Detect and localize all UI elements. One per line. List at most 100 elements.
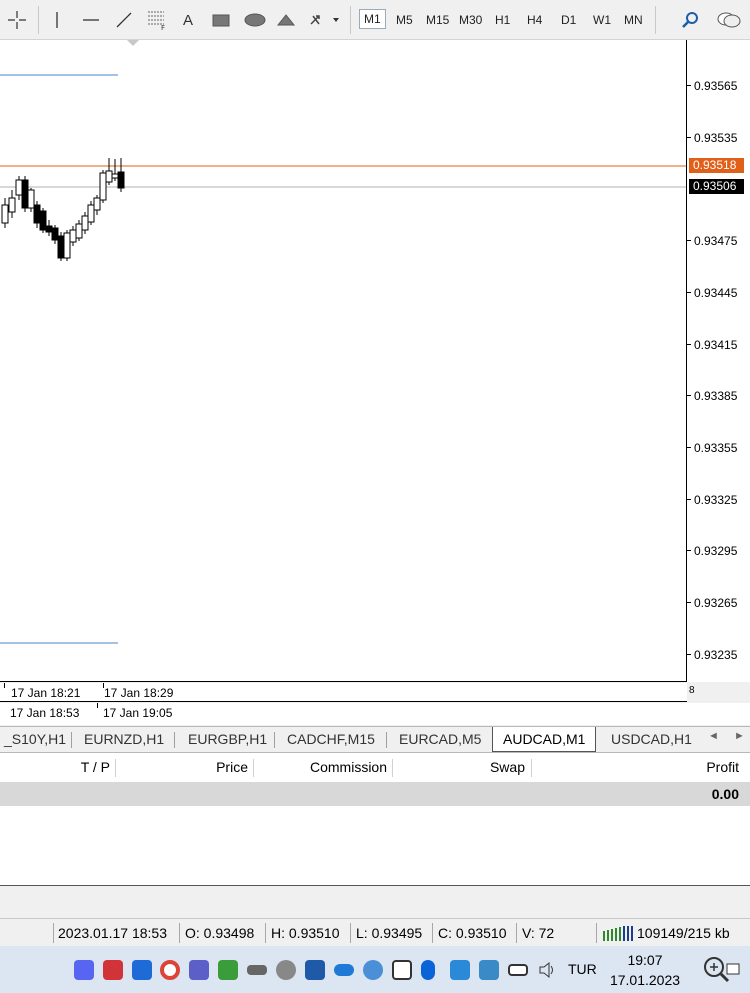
candle-body xyxy=(27,189,35,209)
notifications-icon[interactable] xyxy=(700,954,740,989)
timeframe-h4[interactable]: H4 xyxy=(527,13,542,27)
price-tick xyxy=(687,85,691,86)
candle-body xyxy=(39,210,47,231)
arrows-dropdown-icon[interactable] xyxy=(306,8,342,32)
candle-body xyxy=(45,225,53,233)
tab-audcad-m1[interactable]: AUDCAD,M1 xyxy=(492,727,597,752)
candle-body xyxy=(99,172,107,201)
tabs-scroll-left-icon[interactable]: ◄ xyxy=(708,730,719,742)
language-indicator[interactable]: TUR xyxy=(568,961,597,977)
price-tick xyxy=(687,344,691,345)
candle-body xyxy=(8,197,16,213)
ellipse-icon[interactable] xyxy=(242,8,268,32)
search-icon[interactable] xyxy=(678,8,702,32)
timeframe-m15[interactable]: M15 xyxy=(426,13,449,27)
candle-body xyxy=(87,204,95,223)
status-volume: V: 72 xyxy=(522,925,555,941)
crosshair-icon[interactable] xyxy=(4,8,30,32)
status-traffic: 109149/215 kb xyxy=(637,925,730,941)
device-icon[interactable] xyxy=(247,965,267,975)
teams-icon[interactable] xyxy=(189,960,209,980)
rectangle-icon[interactable] xyxy=(208,8,234,32)
onedrive-icon[interactable] xyxy=(334,964,354,976)
taskbar-clock[interactable]: 19:07 17.01.2023 xyxy=(600,950,690,990)
lock-icon[interactable] xyxy=(276,960,296,980)
discord-icon[interactable] xyxy=(74,960,94,980)
speaker-icon[interactable] xyxy=(537,960,557,980)
vertical-line-icon[interactable] xyxy=(46,8,68,32)
text-tool-icon[interactable]: A xyxy=(177,8,199,32)
svg-text:F: F xyxy=(161,24,165,31)
tab-separator xyxy=(71,732,72,748)
status-bar: 2023.01.17 18:53 O: 0.93498 H: 0.93510 L… xyxy=(0,918,750,946)
network-icon[interactable] xyxy=(479,960,499,980)
candle-body xyxy=(93,197,101,211)
price-level: 0.93325 xyxy=(694,493,738,507)
timeframe-h1[interactable]: H1 xyxy=(495,13,510,27)
column-header-commission[interactable]: Commission xyxy=(260,753,387,781)
horizontal-line-icon[interactable] xyxy=(78,8,104,32)
price-level: 0.93385 xyxy=(694,389,738,403)
price-tick xyxy=(687,447,691,448)
time-tick xyxy=(4,683,5,688)
tab-eurcad-m5[interactable]: EURCAD,M5 xyxy=(399,731,481,747)
trendline-icon[interactable] xyxy=(111,8,137,32)
price-axis[interactable]: 0.93565 0.93535 0.93475 0.93445 0.93415 … xyxy=(687,40,750,696)
monitor-icon[interactable] xyxy=(392,960,412,980)
connection-bars-icon xyxy=(602,925,634,944)
axis-marker: 8 xyxy=(689,685,695,696)
shield-icon[interactable] xyxy=(305,960,325,980)
summary-row[interactable]: 0.00 xyxy=(0,782,750,806)
time-label: 17 Jan 18:21 xyxy=(11,686,81,700)
column-header-profit[interactable]: Profit xyxy=(540,753,739,781)
time-axis-secondary: 17 Jan 18:53 17 Jan 19:05 xyxy=(0,703,750,725)
time-tick xyxy=(97,703,98,708)
checkmark-app-icon[interactable] xyxy=(132,960,152,980)
time-axis[interactable]: 17 Jan 18:21 17 Jan 18:29 xyxy=(0,683,687,702)
tab-eurgbp-h1[interactable]: EURGBP,H1 xyxy=(188,731,267,747)
timeframe-m5[interactable]: M5 xyxy=(396,13,413,27)
candle-body xyxy=(15,179,23,196)
price-level: 0.93445 xyxy=(694,286,738,300)
price-tick xyxy=(687,499,691,500)
anydesk-icon[interactable] xyxy=(103,960,123,980)
tabs-scroll-right-icon[interactable]: ► xyxy=(734,730,745,742)
price-tick xyxy=(687,240,691,241)
tab-usdcad-h1[interactable]: USDCAD,H1 xyxy=(611,731,692,747)
triangle-icon[interactable] xyxy=(273,8,299,32)
price-tick xyxy=(687,137,691,138)
chart-canvas xyxy=(0,40,686,644)
chat-icon[interactable] xyxy=(714,8,744,32)
timeframe-mn[interactable]: MN xyxy=(624,13,643,27)
price-tick xyxy=(687,550,691,551)
chrome-icon[interactable] xyxy=(160,960,180,980)
tab-separator xyxy=(274,732,275,748)
bluetooth-icon[interactable] xyxy=(421,960,435,980)
timeframe-d1[interactable]: D1 xyxy=(561,13,576,27)
price-chart[interactable] xyxy=(0,40,687,682)
column-header-price[interactable]: Price xyxy=(130,753,248,781)
candle-body xyxy=(33,204,41,224)
timeframe-m30[interactable]: M30 xyxy=(459,13,482,27)
column-header-tp[interactable]: T / P xyxy=(40,753,110,781)
status-separator xyxy=(53,923,54,943)
column-header-swap[interactable]: Swap xyxy=(400,753,525,781)
price-level: 0.93415 xyxy=(694,338,738,352)
tab-s10y-h1[interactable]: _S10Y,H1 xyxy=(4,731,66,747)
timeframe-w1[interactable]: W1 xyxy=(593,13,611,27)
tab-cadchf-m15[interactable]: CADCHF,M15 xyxy=(287,731,375,747)
price-level: 0.93265 xyxy=(694,596,738,610)
add-app-icon[interactable] xyxy=(218,960,238,980)
bid-price-tag: 0.93506 xyxy=(689,179,744,194)
pen-icon[interactable] xyxy=(450,960,470,980)
candle-body xyxy=(117,171,125,189)
sync-icon[interactable] xyxy=(363,960,383,980)
battery-icon[interactable] xyxy=(508,964,528,976)
chart-toolbar: F A M1 M5 M15 M30 H1 H4 D1 W1 MN xyxy=(0,0,750,40)
price-level: 0.93295 xyxy=(694,544,738,558)
timeframe-m1[interactable]: M1 xyxy=(359,9,386,29)
fibonacci-icon[interactable]: F xyxy=(144,8,170,32)
status-separator xyxy=(516,923,517,943)
tab-eurnzd-h1[interactable]: EURNZD,H1 xyxy=(84,731,164,747)
status-separator xyxy=(265,923,266,943)
